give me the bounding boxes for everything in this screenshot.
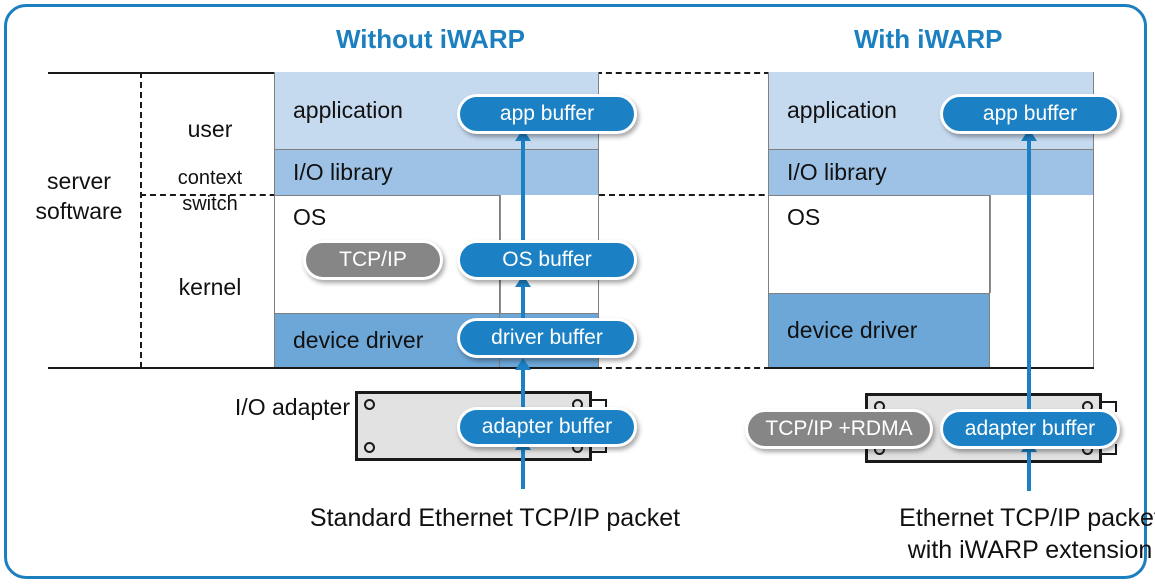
screw-icon xyxy=(364,399,375,410)
layer-io-library-without: I/O library xyxy=(274,150,599,195)
column-title-without-iwarp: Without iWARP xyxy=(336,24,525,54)
layer-io-library-label-with: I/O library xyxy=(787,159,887,185)
pill-driver-buffer-without[interactable]: driver buffer xyxy=(457,318,637,358)
layer-io-library-label-without: I/O library xyxy=(293,159,393,185)
pill-app-buffer-without[interactable]: app buffer xyxy=(457,94,637,134)
layer-application-label-without: application xyxy=(293,97,403,123)
bottom-rule-dashed-gap xyxy=(596,367,770,369)
arrow-network-to-adapter-buffer-with xyxy=(1021,440,1037,491)
diagram-root: Without iWARP With iWARP server software… xyxy=(0,0,1155,587)
layer-device-driver-label-without: device driver xyxy=(293,327,424,353)
layer-application-label-with: application xyxy=(787,97,897,123)
label-io-adapter: I/O adapter xyxy=(234,394,350,420)
label-kernel: kernel xyxy=(178,274,242,300)
bottom-rule-right xyxy=(768,367,1094,369)
server-software-divider xyxy=(140,72,142,368)
top-rule-dashed-gap xyxy=(596,72,770,74)
label-server-software: server software xyxy=(35,168,123,224)
arrow-os-buffer-to-app-buffer xyxy=(515,129,531,241)
screw-icon xyxy=(364,442,375,453)
pill-os-buffer-without[interactable]: OS buffer xyxy=(457,240,637,280)
pill-tcp-ip-without[interactable]: TCP/IP xyxy=(303,240,443,280)
layer-os-label-with: OS xyxy=(787,204,821,230)
layer-os-right-with xyxy=(990,195,1094,293)
layer-os-with: OS xyxy=(768,195,990,293)
bottom-rule-middle xyxy=(274,367,599,369)
layer-os-label-without: OS xyxy=(293,204,327,230)
column-title-with-iwarp: With iWARP xyxy=(854,24,1003,54)
os-inner-divider-with xyxy=(990,195,991,293)
arrow-network-to-adapter-buffer-without xyxy=(515,438,531,489)
arrow-adapter-buffer-to-app-buffer-with xyxy=(1021,129,1037,409)
caption-without-iwarp: Standard Ethernet TCP/IP packet xyxy=(309,504,681,532)
label-context-switch: context switch xyxy=(177,167,243,215)
label-user: user xyxy=(187,116,233,142)
layer-device-driver-with: device driver xyxy=(768,293,990,367)
pill-adapter-buffer-with[interactable]: adapter buffer xyxy=(940,409,1120,449)
layer-io-library-with: I/O library xyxy=(768,150,1094,195)
pill-adapter-buffer-without[interactable]: adapter buffer xyxy=(457,407,637,447)
pill-tcp-ip-rdma-with[interactable]: TCP/IP +RDMA xyxy=(745,409,933,449)
caption-with-iwarp: Ethernet TCP/IP packet with iWARP extens… xyxy=(899,504,1155,564)
arrow-driver-buffer-to-os-buffer xyxy=(515,275,531,318)
layer-device-driver-label-with: device driver xyxy=(787,317,918,343)
layer-device-driver-right-with xyxy=(990,293,1094,367)
arrow-adapter-buffer-to-driver-buffer xyxy=(515,358,531,407)
pill-app-buffer-with[interactable]: app buffer xyxy=(940,94,1120,134)
